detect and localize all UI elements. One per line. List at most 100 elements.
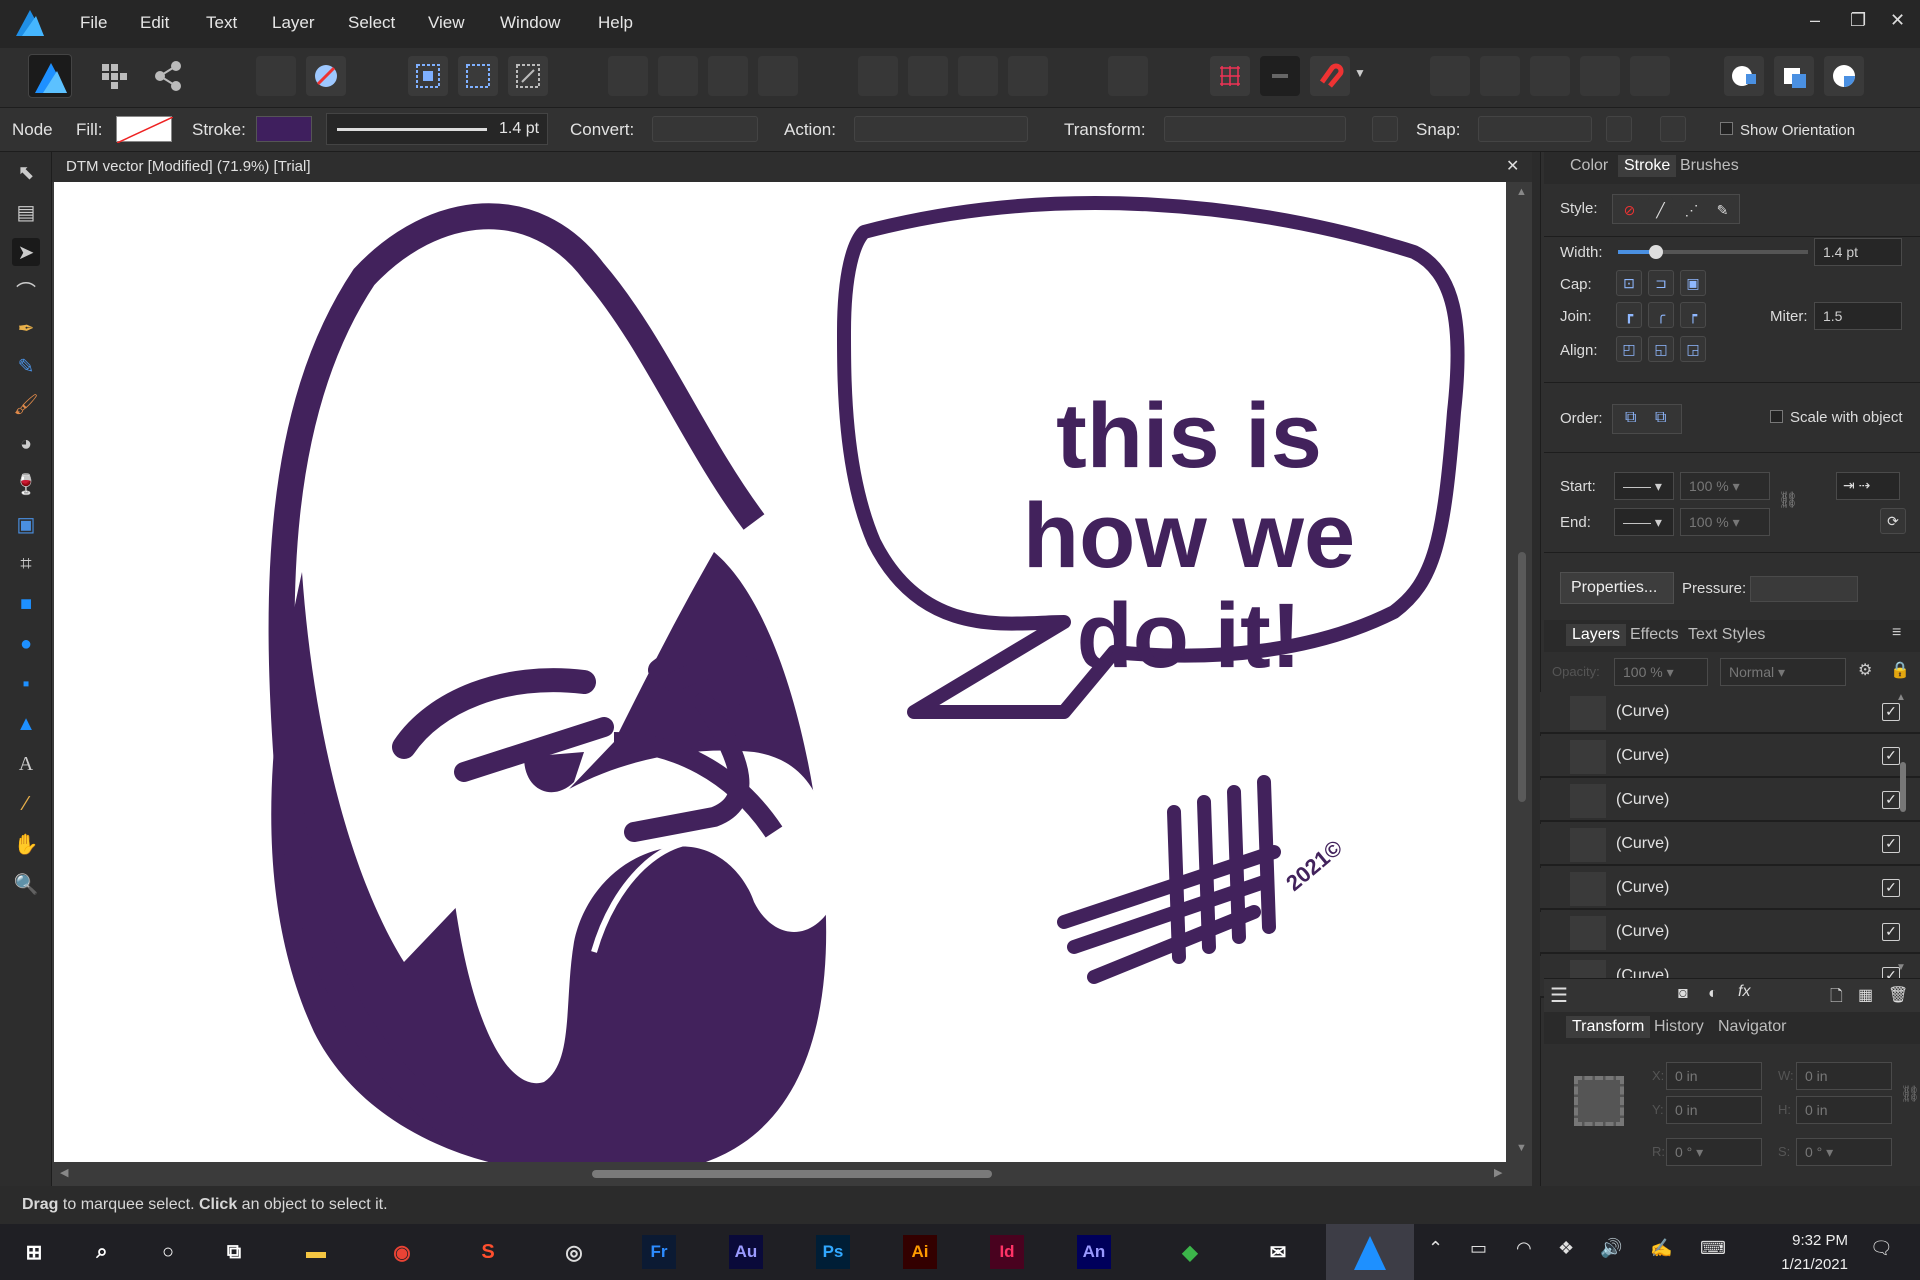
close-document-icon[interactable]: ✕	[1506, 156, 1519, 176]
snapping-dropdown-icon[interactable]: ▼	[1354, 66, 1366, 80]
transparency-tool-icon[interactable]: 🍷	[12, 470, 40, 498]
fill-tool-icon[interactable]: ◕	[12, 430, 40, 458]
grid-icon[interactable]	[1210, 56, 1250, 96]
move-tool-icon[interactable]: ⬉	[12, 158, 40, 186]
align-icon[interactable]	[1108, 56, 1148, 96]
hand-tool-icon[interactable]: ✋	[12, 830, 40, 858]
node-tool-icon[interactable]	[1660, 116, 1686, 142]
end-arrow-select[interactable]: ―― ▾	[1614, 508, 1674, 536]
show-orientation-checkbox[interactable]	[1720, 122, 1733, 135]
menu-edit[interactable]: Edit	[140, 13, 169, 33]
width-field[interactable]: 1.4 pt	[1814, 238, 1902, 266]
rounded-rectangle-tool-icon[interactable]: ▪	[12, 670, 40, 698]
pressure-graph[interactable]	[1750, 576, 1858, 602]
stroke-style-buttons[interactable]: ⊘ ╱ ⋰ ✎	[1612, 194, 1740, 224]
arrange-forward-icon[interactable]	[708, 56, 748, 96]
flip-vertical-icon[interactable]	[908, 56, 948, 96]
layer-row[interactable]: (Curve) ✓	[1540, 736, 1920, 778]
taskbar-app-an-icon[interactable]: An	[1077, 1235, 1111, 1269]
minimize-icon[interactable]: –	[1810, 10, 1820, 31]
miter-join-icon[interactable]: ┏	[1616, 302, 1642, 328]
mask-icon[interactable]: ◙	[1678, 985, 1688, 1003]
solid-line-icon[interactable]: ╱	[1648, 197, 1673, 223]
round-cap-icon[interactable]: ⊐	[1648, 270, 1674, 296]
miter-field[interactable]: 1.5	[1814, 302, 1902, 330]
butt-cap-icon[interactable]: ⊡	[1616, 270, 1642, 296]
layer-row[interactable]: (Curve) ✓	[1540, 780, 1920, 822]
export-persona-icon[interactable]	[148, 56, 188, 96]
clock-date[interactable]: 1/21/2021	[1758, 1256, 1848, 1273]
anchor-selector[interactable]	[1574, 1076, 1624, 1126]
transform-buttons[interactable]	[1164, 116, 1346, 142]
triangle-tool-icon[interactable]: ▲	[12, 710, 40, 738]
taskbar-app-au-icon[interactable]: Au	[729, 1235, 763, 1269]
stroke-behind-icon[interactable]: ⧉	[1625, 409, 1636, 427]
layer-row[interactable]: (Curve) ✓	[1540, 868, 1920, 910]
end-scale-field[interactable]: 100 % ▾	[1680, 508, 1770, 536]
add-pixel-layer-icon[interactable]: ▦	[1858, 985, 1873, 1005]
dashed-line-icon[interactable]: ⋰	[1679, 197, 1704, 223]
add-layer-icon[interactable]: 🗋	[1830, 985, 1843, 1012]
creative-cloud-icon[interactable]: ◎	[550, 1230, 598, 1274]
chrome-icon[interactable]: ◉	[378, 1230, 426, 1274]
swap-arrows-icon[interactable]: ⟳	[1880, 508, 1906, 534]
volume-icon[interactable]: 🔊	[1600, 1238, 1622, 1259]
menu-help[interactable]: Help	[598, 13, 633, 33]
start-scale-field[interactable]: 100 % ▾	[1680, 472, 1770, 500]
pen-tool-icon[interactable]: ✒	[12, 314, 40, 342]
tab-stroke[interactable]: Stroke	[1618, 155, 1677, 177]
select-none-icon[interactable]	[458, 56, 498, 96]
x-field[interactable]: 0 in	[1666, 1062, 1762, 1090]
arrow-placement-buttons[interactable]: ⇥ ⇢	[1836, 472, 1900, 500]
y-field[interactable]: 0 in	[1666, 1096, 1762, 1124]
taskbar-app-fr-icon[interactable]: Fr	[642, 1235, 676, 1269]
tab-navigator[interactable]: Navigator	[1718, 1018, 1786, 1036]
tab-color[interactable]: Color	[1570, 157, 1608, 175]
rotate-left-icon[interactable]	[958, 56, 998, 96]
artboard-tool-icon[interactable]: ▤	[12, 198, 40, 226]
brush-tool-icon[interactable]: 🖌	[12, 390, 40, 418]
place-image-icon[interactable]: ▣	[12, 510, 40, 538]
divide-icon[interactable]	[1630, 56, 1670, 96]
layers-scrollbar[interactable]: ▲ ▼	[1896, 692, 1910, 982]
corner-tool-icon[interactable]: ⌒	[12, 276, 40, 304]
pencil-tool-icon[interactable]: ✎	[12, 352, 40, 380]
lock-icon[interactable]: 🔒	[1890, 660, 1910, 680]
action-buttons[interactable]	[854, 116, 1028, 142]
start-arrow-select[interactable]: ―― ▾	[1614, 472, 1674, 500]
text-tool-icon[interactable]: A	[12, 750, 40, 778]
search-icon[interactable]: ⌕	[78, 1230, 126, 1274]
smooth-join-icon[interactable]	[1606, 116, 1632, 142]
align-inside-icon[interactable]: ◰	[1616, 336, 1642, 362]
insert-behind-icon[interactable]	[1724, 56, 1764, 96]
link-scale-icon[interactable]: ⛓	[1778, 490, 1798, 510]
ellipse-tool-icon[interactable]: ●	[12, 630, 40, 658]
properties-button[interactable]: Properties...	[1560, 572, 1674, 604]
node-tool-icon[interactable]: ➤	[12, 238, 40, 266]
tab-text-styles[interactable]: Text Styles	[1688, 626, 1765, 644]
snapping-options-icon[interactable]	[1260, 56, 1300, 96]
scale-with-object-checkbox[interactable]	[1770, 410, 1783, 423]
brush-stroke-icon[interactable]: ✎	[1710, 197, 1735, 223]
windows-start-icon[interactable]: ⊞	[10, 1230, 58, 1274]
evernote-icon[interactable]: ◆	[1166, 1230, 1214, 1274]
tab-history[interactable]: History	[1654, 1018, 1704, 1036]
horizontal-scrollbar[interactable]: ◀ ▶	[52, 1162, 1512, 1186]
layer-row[interactable]: (Curve) ✓	[1540, 912, 1920, 954]
stroke-width-control[interactable]: 1.4 pt	[326, 113, 548, 145]
menu-view[interactable]: View	[428, 13, 465, 33]
menu-text[interactable]: Text	[206, 13, 237, 33]
mail-icon[interactable]: ✉	[1254, 1230, 1302, 1274]
square-cap-icon[interactable]: ▣	[1680, 270, 1706, 296]
delete-layer-icon[interactable]: 🗑	[1888, 985, 1908, 1005]
insert-inside-icon[interactable]	[1824, 56, 1864, 96]
geometry-icon[interactable]	[256, 56, 296, 96]
keyboard-icon[interactable]: ⌨	[1700, 1238, 1726, 1259]
scrivener-icon[interactable]: S	[464, 1230, 512, 1274]
taskbar-app-id-icon[interactable]: Id	[990, 1235, 1024, 1269]
menu-file[interactable]: File	[80, 13, 107, 33]
link-size-icon[interactable]: ⛓	[1900, 1084, 1920, 1104]
rectangle-tool-icon[interactable]: ■	[12, 590, 40, 618]
intersect-icon[interactable]	[1530, 56, 1570, 96]
align-outside-icon[interactable]: ◲	[1680, 336, 1706, 362]
